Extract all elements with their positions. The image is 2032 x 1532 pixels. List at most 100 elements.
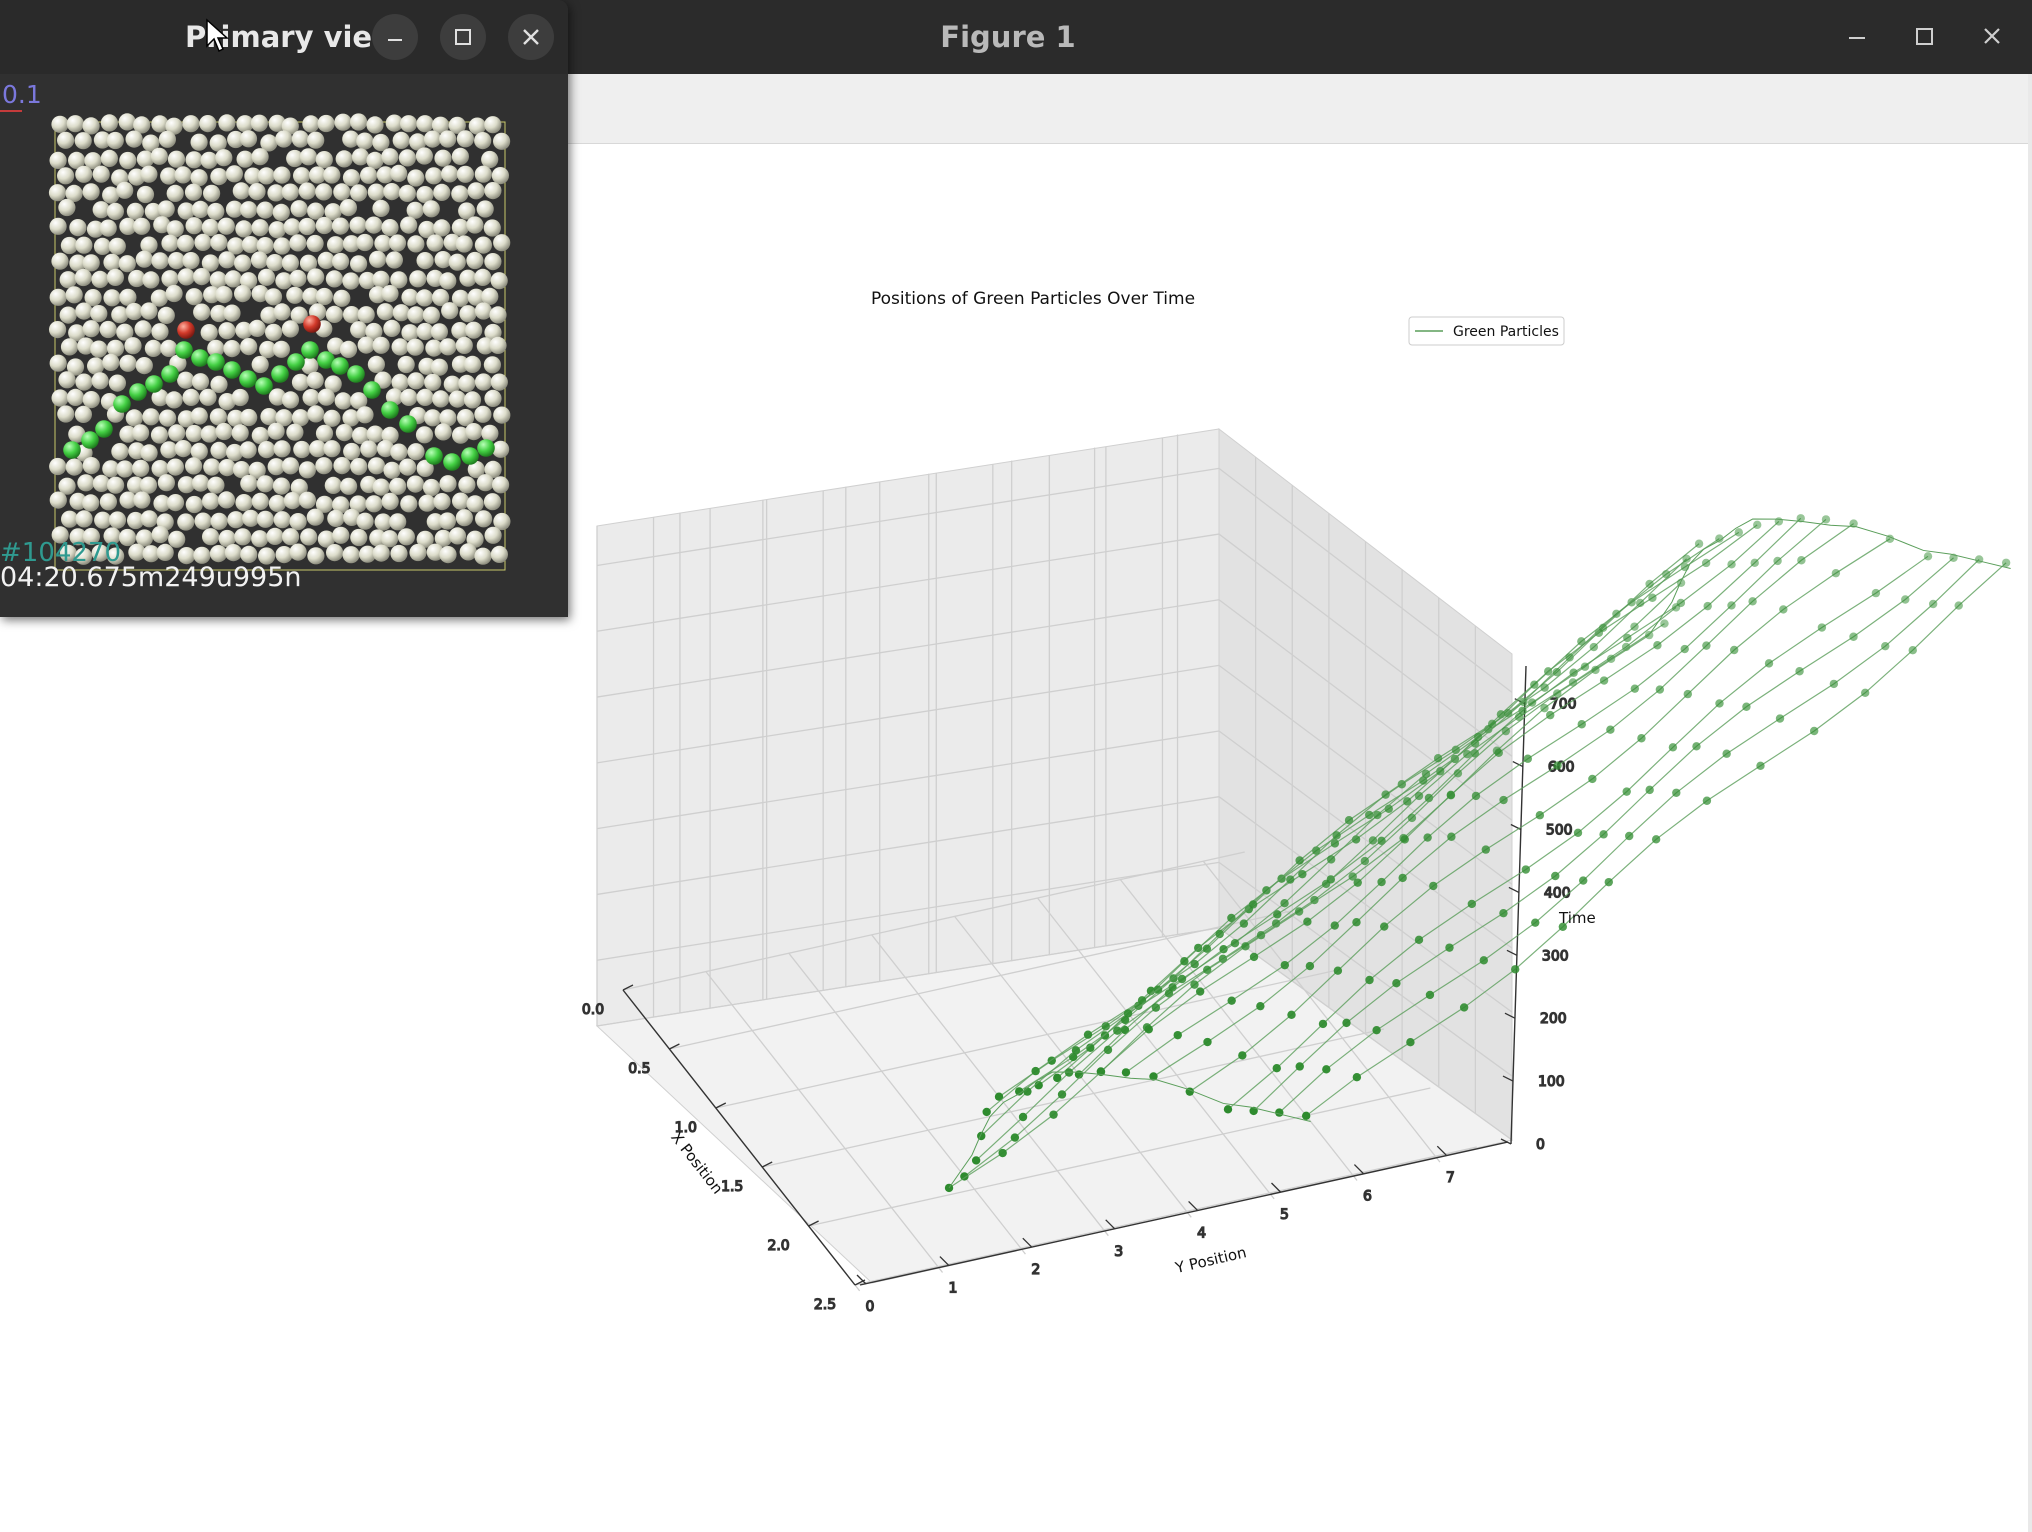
- particle: [306, 508, 324, 526]
- pv-maximize-button[interactable]: [440, 14, 486, 60]
- particle: [483, 219, 501, 237]
- data-point: [1599, 676, 1609, 685]
- data-point: [1655, 685, 1665, 694]
- data-point: [1928, 599, 1938, 609]
- particle: [350, 113, 368, 131]
- data-point: [1351, 835, 1361, 844]
- data-point: [1535, 811, 1545, 820]
- particle: [282, 528, 300, 546]
- particle: [423, 130, 442, 148]
- particle: [434, 149, 452, 167]
- particle: [433, 493, 451, 511]
- green-particle: [477, 439, 495, 457]
- particle: [125, 409, 143, 427]
- particle: [390, 544, 408, 563]
- particle: [231, 424, 249, 442]
- particle: [82, 457, 100, 475]
- particle: [49, 217, 67, 235]
- particle: [87, 357, 105, 375]
- particle: [57, 131, 75, 149]
- pv-minimize-button[interactable]: [372, 14, 418, 60]
- data-point: [1377, 877, 1386, 887]
- particle: [438, 512, 456, 530]
- data-point: [1481, 845, 1491, 854]
- particle: [158, 130, 176, 148]
- particle: [372, 336, 390, 354]
- particle: [365, 216, 383, 234]
- primary-view-titlebar[interactable]: Primary view: [0, 0, 568, 74]
- particle: [463, 355, 482, 373]
- data-point: [1049, 1110, 1058, 1119]
- data-point: [1373, 810, 1382, 820]
- particle: [343, 442, 361, 461]
- green-particle: [95, 420, 113, 438]
- particle: [327, 236, 345, 254]
- data-point: [1190, 959, 1199, 969]
- green-particle: [443, 453, 461, 471]
- data-point: [1230, 938, 1240, 948]
- particle: [372, 199, 390, 217]
- particle: [416, 115, 434, 133]
- particle: [75, 373, 93, 391]
- particle: [267, 422, 285, 440]
- particle: [108, 237, 126, 255]
- particle: [407, 169, 425, 187]
- particle: [439, 272, 457, 290]
- particle: [465, 423, 483, 441]
- particle: [317, 114, 335, 133]
- data-point: [1352, 1073, 1362, 1082]
- primary-view-window: Primary view 0.1 #104270 04:20.675m249u9…: [0, 0, 568, 617]
- particle: [332, 526, 350, 544]
- particle: [342, 272, 360, 290]
- particle: [199, 115, 217, 133]
- legend-label: Green Particles: [1453, 324, 1559, 340]
- particle: [415, 426, 434, 444]
- data-point: [1748, 597, 1757, 606]
- particle: [286, 286, 304, 304]
- data-point: [1831, 568, 1841, 578]
- data-point: [1660, 619, 1669, 628]
- particle: [466, 251, 484, 270]
- pv-close-button[interactable]: [508, 14, 554, 60]
- particle: [367, 355, 385, 373]
- particle: [325, 270, 343, 288]
- data-point: [1715, 699, 1724, 708]
- particle: [232, 182, 250, 200]
- particle: [177, 268, 195, 286]
- particle: [210, 168, 228, 186]
- data-point: [1023, 1087, 1032, 1096]
- data-point: [1540, 703, 1549, 713]
- particle: [207, 202, 225, 221]
- data-point: [1849, 632, 1858, 641]
- data-point: [1727, 601, 1736, 610]
- particle: [142, 408, 160, 426]
- particle: [455, 235, 473, 253]
- data-point: [1622, 787, 1631, 796]
- particle: [298, 491, 316, 509]
- particle: [342, 546, 360, 564]
- data-point: [1295, 856, 1304, 865]
- data-point: [1680, 644, 1689, 654]
- red-particle: [303, 315, 321, 333]
- particle: [324, 476, 342, 494]
- particle: [323, 409, 341, 427]
- data-point: [1471, 791, 1481, 801]
- data-point: [1881, 641, 1890, 651]
- primary-view-viewport[interactable]: 0.1 #104270 04:20.675m249u995n: [0, 74, 568, 617]
- particle: [161, 234, 179, 252]
- data-point: [1795, 667, 1804, 676]
- particle: [307, 202, 325, 220]
- particle: [298, 182, 316, 200]
- particle: [91, 270, 109, 288]
- data-point: [1262, 886, 1271, 895]
- particle: [439, 338, 457, 356]
- y-tick-label: 5: [1280, 1207, 1289, 1223]
- particle: [493, 234, 511, 252]
- particle: [48, 184, 67, 202]
- particle: [489, 306, 507, 324]
- particle: [218, 322, 236, 340]
- green-particle: [363, 381, 381, 399]
- particle: [191, 373, 210, 391]
- data-point: [1447, 832, 1456, 841]
- particle: [439, 475, 457, 493]
